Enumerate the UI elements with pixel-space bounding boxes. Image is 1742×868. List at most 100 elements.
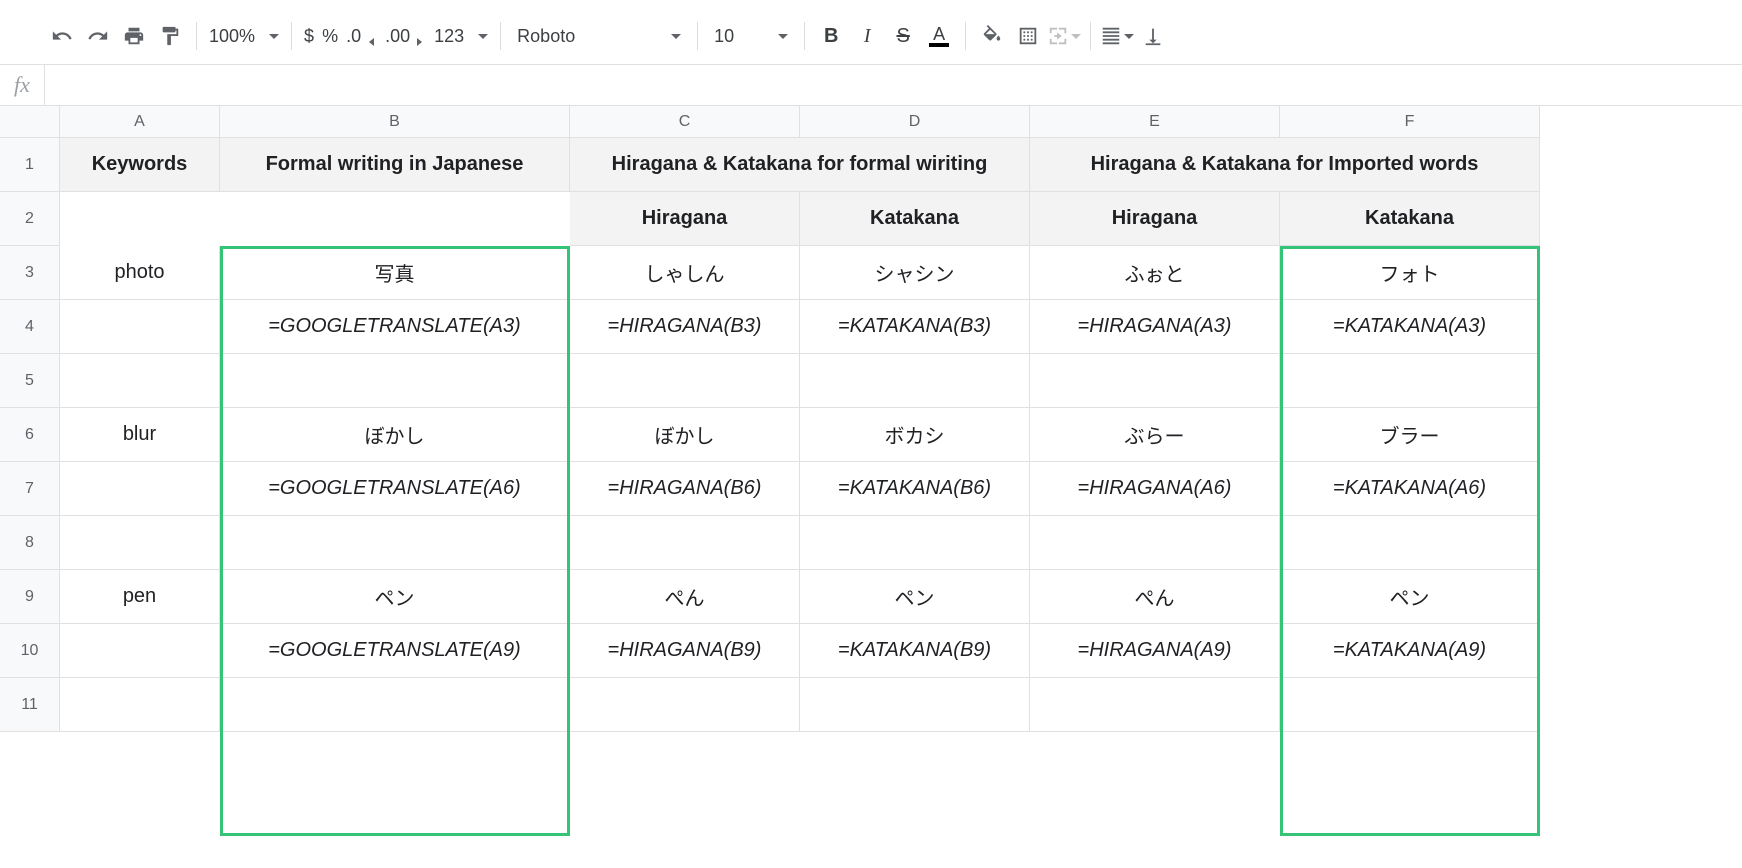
row-header-1[interactable]: 1 — [0, 138, 60, 192]
row-header-8[interactable]: 8 — [0, 516, 60, 570]
number-format-button[interactable]: 123 — [430, 26, 492, 47]
undo-button[interactable] — [44, 18, 80, 54]
cell-F2[interactable]: Katakana — [1280, 192, 1540, 246]
cell-C6[interactable]: ぼかし — [570, 408, 800, 462]
horizontal-align-button[interactable] — [1099, 18, 1135, 54]
row-header-7[interactable]: 7 — [0, 462, 60, 516]
cell-E11[interactable] — [1030, 678, 1280, 732]
row-header-11[interactable]: 11 — [0, 678, 60, 732]
cell-F11[interactable] — [1280, 678, 1540, 732]
cell-E8[interactable] — [1030, 516, 1280, 570]
cell-D3[interactable]: シャシン — [800, 246, 1030, 300]
zoom-select[interactable]: 100% — [205, 26, 283, 47]
cell-C8[interactable] — [570, 516, 800, 570]
cell-E9[interactable]: ぺん — [1030, 570, 1280, 624]
decrease-decimal-button[interactable]: .0 — [342, 25, 381, 47]
cell-F6[interactable]: ブラー — [1280, 408, 1540, 462]
cell-A5[interactable] — [60, 354, 220, 408]
cell-D8[interactable] — [800, 516, 1030, 570]
cell-B8[interactable] — [220, 516, 570, 570]
cell-A4[interactable] — [60, 300, 220, 354]
cell-D10[interactable]: =KATAKANA(B9) — [800, 624, 1030, 678]
cell-B7[interactable]: =GOOGLETRANSLATE(A6) — [220, 462, 570, 516]
print-button[interactable] — [116, 18, 152, 54]
cell-D11[interactable] — [800, 678, 1030, 732]
cell-E10[interactable]: =HIRAGANA(A9) — [1030, 624, 1280, 678]
cell-D6[interactable]: ボカシ — [800, 408, 1030, 462]
cell-D4[interactable]: =KATAKANA(B3) — [800, 300, 1030, 354]
cell-D5[interactable] — [800, 354, 1030, 408]
cell-F4[interactable]: =KATAKANA(A3) — [1280, 300, 1540, 354]
cell-A8[interactable] — [60, 516, 220, 570]
cell-E1-F1[interactable]: Hiragana & Katakana for Imported words — [1030, 138, 1540, 192]
borders-button[interactable] — [1010, 18, 1046, 54]
cell-B5[interactable] — [220, 354, 570, 408]
cell-D9[interactable]: ペン — [800, 570, 1030, 624]
cell-E7[interactable]: =HIRAGANA(A6) — [1030, 462, 1280, 516]
cell-A11[interactable] — [60, 678, 220, 732]
cell-D7[interactable]: =KATAKANA(B6) — [800, 462, 1030, 516]
cell-E2[interactable]: Hiragana — [1030, 192, 1280, 246]
cell-A10[interactable] — [60, 624, 220, 678]
strikethrough-button[interactable]: S — [885, 18, 921, 54]
col-header-D[interactable]: D — [800, 106, 1030, 138]
cell-B1[interactable]: Formal writing in Japanese — [220, 138, 570, 192]
fill-color-button[interactable] — [974, 18, 1010, 54]
cell-A9[interactable]: pen — [60, 570, 220, 624]
increase-decimal-button[interactable]: .00 — [381, 25, 430, 47]
cell-A1[interactable]: Keywords — [60, 138, 220, 192]
cell-C9[interactable]: ぺん — [570, 570, 800, 624]
row-header-6[interactable]: 6 — [0, 408, 60, 462]
cell-F9[interactable]: ペン — [1280, 570, 1540, 624]
cell-B10[interactable]: =GOOGLETRANSLATE(A9) — [220, 624, 570, 678]
cell-C2[interactable]: Hiragana — [570, 192, 800, 246]
select-all-corner[interactable] — [0, 106, 60, 138]
cell-B11[interactable] — [220, 678, 570, 732]
cell-F3[interactable]: フォト — [1280, 246, 1540, 300]
cell-F8[interactable] — [1280, 516, 1540, 570]
text-color-button[interactable]: A — [921, 18, 957, 54]
percent-button[interactable]: % — [318, 26, 342, 47]
cell-E4[interactable]: =HIRAGANA(A3) — [1030, 300, 1280, 354]
cell-F7[interactable]: =KATAKANA(A6) — [1280, 462, 1540, 516]
col-header-F[interactable]: F — [1280, 106, 1540, 138]
row-header-5[interactable]: 5 — [0, 354, 60, 408]
cell-B6[interactable]: ぼかし — [220, 408, 570, 462]
font-size-select[interactable]: 10 — [706, 26, 796, 47]
cell-C1-D1[interactable]: Hiragana & Katakana for formal wiriting — [570, 138, 1030, 192]
cell-C3[interactable]: しゃしん — [570, 246, 800, 300]
cell-C5[interactable] — [570, 354, 800, 408]
cell-E3[interactable]: ふぉと — [1030, 246, 1280, 300]
cell-B4[interactable]: =GOOGLETRANSLATE(A3) — [220, 300, 570, 354]
formula-input[interactable] — [45, 65, 1742, 105]
cell-F10[interactable]: =KATAKANA(A9) — [1280, 624, 1540, 678]
cell-C10[interactable]: =HIRAGANA(B9) — [570, 624, 800, 678]
currency-button[interactable]: $ — [300, 26, 318, 47]
cell-F5[interactable] — [1280, 354, 1540, 408]
row-header-9[interactable]: 9 — [0, 570, 60, 624]
row-header-3[interactable]: 3 — [0, 246, 60, 300]
paint-format-button[interactable] — [152, 18, 188, 54]
italic-button[interactable]: I — [849, 18, 885, 54]
cell-E5[interactable] — [1030, 354, 1280, 408]
bold-button[interactable]: B — [813, 18, 849, 54]
col-header-E[interactable]: E — [1030, 106, 1280, 138]
row-header-2[interactable]: 2 — [0, 192, 60, 246]
cell-E6[interactable]: ぶらー — [1030, 408, 1280, 462]
cell-C11[interactable] — [570, 678, 800, 732]
cell-A3[interactable]: photo — [60, 246, 220, 300]
merge-cells-button[interactable] — [1046, 18, 1082, 54]
cell-B9[interactable]: ペン — [220, 570, 570, 624]
font-family-select[interactable]: Roboto — [509, 26, 689, 47]
col-header-C[interactable]: C — [570, 106, 800, 138]
cell-A7[interactable] — [60, 462, 220, 516]
cell-D2[interactable]: Katakana — [800, 192, 1030, 246]
cell-A6[interactable]: blur — [60, 408, 220, 462]
row-header-4[interactable]: 4 — [0, 300, 60, 354]
row-header-10[interactable]: 10 — [0, 624, 60, 678]
cell-C4[interactable]: =HIRAGANA(B3) — [570, 300, 800, 354]
cell-B3[interactable]: 写真 — [220, 246, 570, 300]
col-header-B[interactable]: B — [220, 106, 570, 138]
col-header-A[interactable]: A — [60, 106, 220, 138]
redo-button[interactable] — [80, 18, 116, 54]
